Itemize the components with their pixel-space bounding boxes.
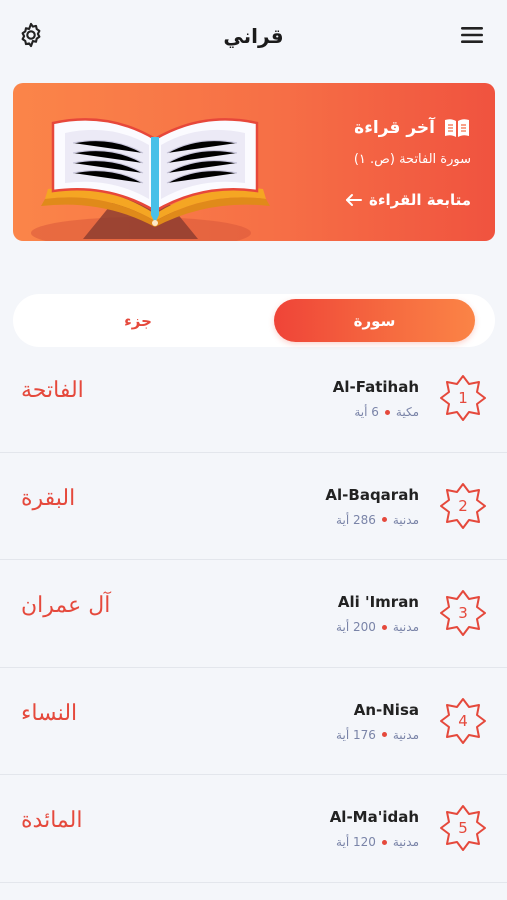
- surah-ayat-count: 120 أية: [336, 835, 376, 849]
- surah-revelation-type: مدنية: [392, 620, 419, 634]
- surah-number: 1: [458, 389, 468, 407]
- surah-meta: مدنية 286 أية: [336, 513, 419, 527]
- last-read-surah: سورة الفاتحة (ص. ١): [353, 152, 471, 167]
- surah-arabic-name: البقرة: [21, 485, 76, 511]
- surah-revelation-type: مكية: [395, 405, 419, 419]
- surah-row[interactable]: الفاتحة Al-Fatihah مكية 6 أية 1: [0, 345, 507, 453]
- last-read-title: آخر قراءة: [354, 118, 435, 138]
- tab-surah[interactable]: سورة: [274, 299, 475, 342]
- surah-row[interactable]: البقرة Al-Baqarah مدنية 286 أية 2: [0, 453, 507, 560]
- tab-juz[interactable]: جزء: [18, 299, 258, 342]
- surah-arabic-name: الفاتحة: [21, 378, 84, 403]
- continue-reading-button[interactable]: متابعة القراءة: [345, 191, 471, 209]
- arrow-left-icon: [345, 194, 362, 206]
- surah-ayat-count: 176 أية: [336, 727, 376, 742]
- separator-dot: [381, 624, 387, 630]
- surah-meta: مدنية 200 أية: [336, 620, 419, 634]
- surah-arabic-name: النساء: [21, 700, 78, 726]
- surah-number: 2: [458, 496, 468, 515]
- top-bar: قراني: [0, 0, 507, 72]
- surah-revelation-type: مدنية: [392, 835, 419, 849]
- surah-name: An-Nisa: [353, 700, 419, 719]
- surah-arabic-name: المائدة: [21, 808, 83, 833]
- surah-name: Al-Fatihah: [332, 378, 419, 396]
- app-title: قراني: [223, 24, 284, 48]
- continue-reading-label: متابعة القراءة: [368, 191, 471, 209]
- surah-number: 3: [458, 604, 468, 622]
- tab-switcher: جزء سورة: [13, 294, 495, 347]
- surah-number: 5: [458, 819, 468, 837]
- separator-dot: [381, 517, 387, 522]
- surah-arabic-name: آل عمران: [21, 593, 111, 618]
- surah-ayat-count: 6 أية: [354, 405, 379, 419]
- surah-revelation-type: مدنية: [392, 512, 419, 527]
- surah-ayat-count: 286 أية: [336, 512, 376, 527]
- surah-meta: مدنية 176 أية: [336, 728, 419, 742]
- open-book-icon: [445, 119, 469, 137]
- surah-name: Ali 'Imran: [337, 593, 419, 611]
- separator-dot: [384, 409, 390, 415]
- surah-meta: مكية 6 أية: [354, 405, 419, 419]
- separator-dot: [381, 732, 387, 737]
- surah-row[interactable]: المائدة Al-Ma'idah مدنية 120 أية 5: [0, 775, 507, 883]
- surah-row[interactable]: النساء An-Nisa مدنية 176 أية 4: [0, 668, 507, 775]
- last-read-heading: آخر قراءة: [354, 117, 471, 139]
- surah-ayat-count: 200 أية: [336, 620, 376, 634]
- hamburger-menu-icon[interactable]: [458, 22, 486, 48]
- surah-name: Al-Baqarah: [325, 485, 419, 504]
- surah-meta: مدنية 120 أية: [336, 835, 419, 849]
- quran-book-illustration: [31, 118, 270, 241]
- last-read-card[interactable]: آخر قراءة سورة الفاتحة (ص. ١) متابعة الق…: [13, 83, 495, 241]
- surah-number: 4: [458, 711, 468, 730]
- surah-name: Al-Ma'idah: [329, 808, 419, 826]
- surah-list: الفاتحة Al-Fatihah مكية 6 أية 1 البقرة A…: [0, 345, 507, 883]
- surah-revelation-type: مدنية: [392, 727, 419, 742]
- surah-row[interactable]: آل عمران Ali 'Imran مدنية 200 أية 3: [0, 560, 507, 668]
- separator-dot: [381, 839, 387, 845]
